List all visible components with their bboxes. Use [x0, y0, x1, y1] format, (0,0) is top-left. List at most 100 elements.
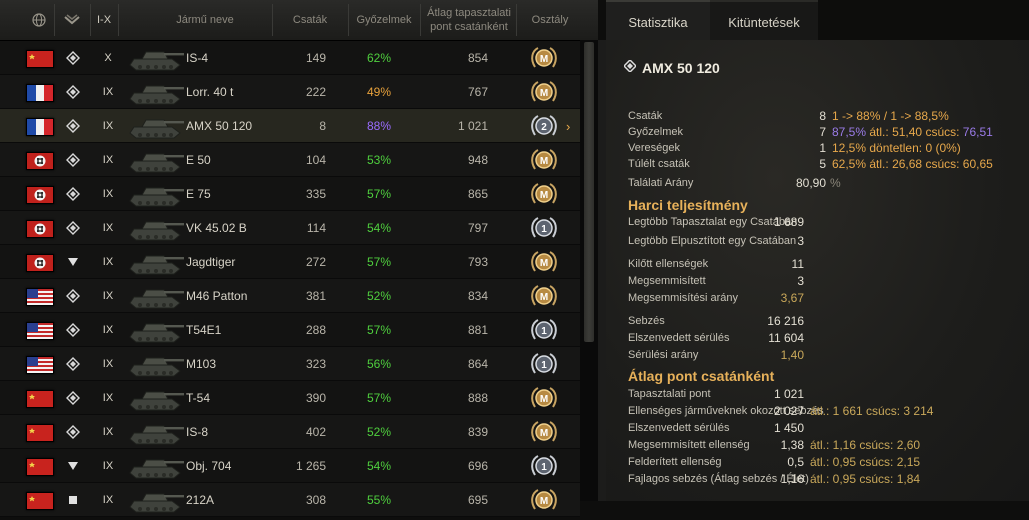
mastery-badge-icon: 2: [530, 113, 558, 140]
wins-percent: 87,5%: [832, 125, 867, 139]
details-tabs: Statisztika Kitüntetések: [598, 0, 1029, 42]
tier-value: IX: [102, 392, 114, 404]
vehicle-list-scrollbar[interactable]: [580, 40, 598, 501]
kd-label: Megsemmisítési arány: [628, 292, 739, 304]
nation-flag-icon: [26, 492, 54, 510]
battles-count: 149: [305, 51, 326, 65]
tier-value: IX: [102, 460, 114, 472]
scrollbar-thumb[interactable]: [584, 42, 594, 342]
vehicle-type-icon: [66, 425, 80, 439]
losses-value: 1: [819, 141, 826, 155]
vehicle-name: Obj. 704: [186, 459, 232, 473]
mastery-badge-icon: 1: [530, 215, 558, 242]
header-divider: [54, 4, 55, 36]
vehicle-row[interactable]: IX VK 45.02 B 114 54% 797 1: [0, 211, 580, 245]
tier-value: IX: [102, 154, 114, 166]
nation-column-header[interactable]: [28, 0, 50, 40]
tier-value: X: [104, 52, 112, 64]
tier-value: IX: [102, 86, 114, 98]
vehicle-row[interactable]: IX E 50 104 53% 948 M: [0, 143, 580, 177]
tier-column-header[interactable]: I-X: [92, 0, 116, 40]
win-rate: 57%: [366, 187, 392, 201]
vehicle-row[interactable]: IX E 75 335 57% 865 M: [0, 177, 580, 211]
type-column-header[interactable]: [58, 0, 86, 40]
battles-count: 323: [305, 357, 326, 371]
nation-flag-icon: [26, 254, 54, 272]
mastery-badge-icon: M: [530, 147, 558, 174]
wins-column-header[interactable]: Győzelmek: [352, 0, 416, 40]
wins-best-label: csúcs:: [925, 125, 960, 139]
survived-best: 60,65: [962, 157, 993, 171]
vehicle-row[interactable]: IX Jagdtiger 272 57% 793 M: [0, 245, 580, 279]
win-rate: 55%: [366, 493, 392, 507]
survived-avg: 26,68: [892, 157, 923, 171]
win-rate: 88%: [366, 119, 392, 133]
name-column-header[interactable]: Jármű neve: [140, 0, 270, 40]
vehicle-name: IS-4: [186, 51, 209, 65]
mastery-badge-icon: M: [530, 79, 558, 106]
nation-flag-icon: [26, 152, 54, 170]
tab-statistics[interactable]: Statisztika: [606, 0, 710, 42]
vehicle-type-icon: [66, 323, 80, 337]
vehicle-row[interactable]: X IS-4 149 62% 854 M: [0, 41, 580, 75]
tank-thumbnail: [124, 213, 186, 243]
survived-extra: 62,5% átl.: 26,68 csúcs: 60,65: [832, 157, 993, 171]
svg-text:M: M: [540, 88, 548, 99]
nation-flag-icon: [26, 322, 54, 340]
svg-text:M: M: [540, 394, 548, 405]
survived-percent: 62,5%: [832, 157, 867, 171]
win-rate: 57%: [366, 255, 392, 269]
vehicle-row[interactable]: IX M103 323 56% 864 1: [0, 347, 580, 381]
battles-count: 8: [319, 119, 326, 133]
header-divider: [516, 4, 517, 36]
hitratio-value: 80,90: [795, 176, 826, 190]
vehicle-row[interactable]: IX Obj. 704 1 265 54% 696 1: [0, 449, 580, 483]
avg-xp: 888: [467, 391, 488, 405]
avgxp-column-header[interactable]: Átlag tapasztalati pont csatánként: [424, 0, 514, 40]
battles-column-header[interactable]: Csaták: [280, 0, 340, 40]
tier-value: IX: [102, 324, 114, 336]
tank-thumbnail: [124, 383, 186, 413]
avg-xp: 839: [467, 425, 488, 439]
vehicle-name: E 75: [186, 187, 211, 201]
mastery-badge-icon: 1: [530, 351, 558, 378]
vehicle-row[interactable]: IX AMX 50 120 8 88% 1 021 2 ›: [0, 109, 580, 143]
received-label: Elszenvedett sérülés: [628, 332, 730, 344]
battles-count: 288: [305, 323, 326, 337]
survived-value: 5: [819, 157, 826, 171]
nation-flag-icon: [26, 390, 54, 408]
survived-label: Túlélt csaták: [628, 158, 690, 170]
vehicle-row[interactable]: IX T54E1 288 57% 881 1: [0, 313, 580, 347]
tab-awards[interactable]: Kitüntetések: [710, 0, 818, 42]
vehicle-name: AMX 50 120: [186, 119, 253, 133]
wins-avg-label: átl.:: [869, 125, 889, 139]
class-column-header[interactable]: Osztály: [520, 0, 580, 40]
tier-value: IX: [102, 494, 114, 506]
header-divider: [90, 4, 91, 36]
hitratio-unit: %: [830, 176, 841, 190]
vehicle-row[interactable]: IX T-54 390 57% 888 M: [0, 381, 580, 415]
nation-flag-icon: [26, 50, 54, 68]
nation-flag-icon: [26, 186, 54, 204]
battles-count: 114: [306, 221, 326, 235]
mastery-badge-icon: M: [530, 385, 558, 412]
svg-text:M: M: [540, 428, 548, 439]
vehicle-row[interactable]: IX M46 Patton 381 52% 834 M: [0, 279, 580, 313]
vehicle-row[interactable]: IX 212A 308 55% 695 M: [0, 483, 580, 517]
nation-flag-icon: [26, 356, 54, 374]
header-divider: [348, 4, 349, 36]
survived-best-label: csúcs:: [925, 157, 960, 171]
avg-damage-value: 2 027: [773, 404, 804, 418]
tier-value: IX: [102, 188, 114, 200]
tank-thumbnail: [124, 111, 186, 141]
svg-text:M: M: [540, 54, 548, 65]
nation-flag-icon: [26, 458, 54, 476]
vehicle-type-icon: [66, 119, 80, 133]
header-divider: [118, 4, 119, 36]
win-rate: 62%: [366, 51, 392, 65]
globe-icon: [32, 13, 46, 27]
vehicle-row[interactable]: IX IS-8 402 52% 839 M: [0, 415, 580, 449]
avg-xp: 881: [467, 323, 488, 337]
vehicle-name: 212A: [186, 493, 215, 507]
vehicle-row[interactable]: IX Lorr. 40 t 222 49% 767 M: [0, 75, 580, 109]
